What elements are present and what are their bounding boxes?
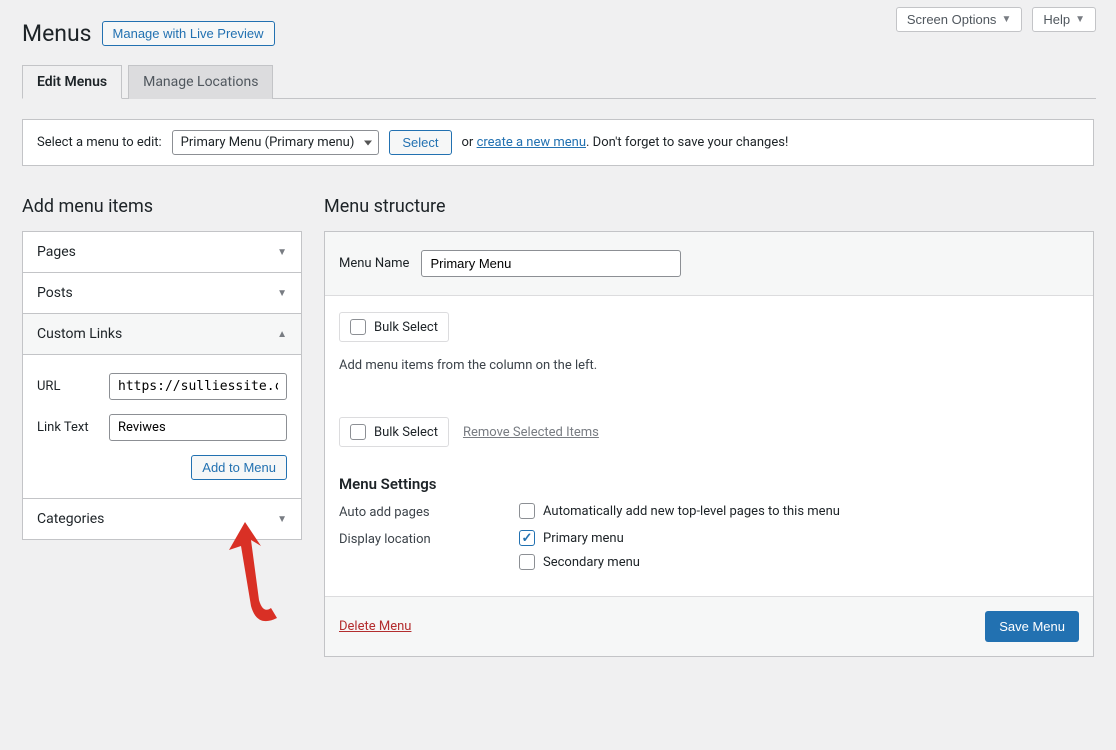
caret-down-icon: ▼ — [1075, 14, 1085, 25]
bulk-select-label: Bulk Select — [374, 320, 438, 335]
checkbox-icon — [519, 503, 535, 519]
tab-edit-menus[interactable]: Edit Menus — [22, 65, 122, 99]
menu-select-bar: Select a menu to edit: Primary Menu (Pri… — [22, 119, 1094, 166]
select-menu-label: Select a menu to edit: — [37, 135, 162, 150]
help-label: Help — [1043, 12, 1070, 27]
secondary-menu-checkbox[interactable]: Secondary menu — [519, 554, 640, 570]
menu-dropdown-value: Primary Menu (Primary menu) — [181, 135, 355, 150]
checkbox-icon — [519, 554, 535, 570]
screen-options-button[interactable]: Screen Options ▼ — [896, 7, 1023, 32]
create-new-menu-link[interactable]: create a new menu — [477, 135, 586, 150]
accordion-categories-label: Categories — [37, 511, 104, 527]
menu-structure-panel: Menu Name Bulk Select Add menu items fro… — [324, 231, 1094, 657]
tab-manage-locations[interactable]: Manage Locations — [128, 65, 273, 99]
bulk-select-button-2[interactable]: Bulk Select — [339, 417, 449, 447]
caret-down-icon: ▼ — [277, 514, 287, 525]
menu-dropdown[interactable]: Primary Menu (Primary menu) — [172, 130, 380, 155]
menu-settings-title: Menu Settings — [339, 475, 1079, 493]
live-preview-button[interactable]: Manage with Live Preview — [102, 21, 275, 46]
remove-selected-link[interactable]: Remove Selected Items — [463, 425, 599, 440]
caret-down-icon: ▼ — [1001, 14, 1011, 25]
auto-add-label: Auto add pages — [339, 503, 519, 520]
accordion-posts[interactable]: Posts ▼ — [23, 273, 301, 313]
link-text-label: Link Text — [37, 420, 109, 435]
primary-menu-checkbox[interactable]: Primary menu — [519, 530, 640, 546]
menu-structure-title: Menu structure — [324, 196, 1094, 217]
checkbox-icon — [350, 319, 366, 335]
instruction-text: Add menu items from the column on the le… — [339, 358, 1079, 373]
accordion-pages-label: Pages — [37, 244, 76, 260]
auto-add-checkbox[interactable]: Automatically add new top-level pages to… — [519, 503, 840, 519]
bulk-select-button[interactable]: Bulk Select — [339, 312, 449, 342]
url-label: URL — [37, 379, 109, 394]
delete-menu-link[interactable]: Delete Menu — [339, 619, 411, 634]
checkbox-icon — [350, 424, 366, 440]
display-location-label: Display location — [339, 530, 519, 547]
accordion-pages[interactable]: Pages ▼ — [23, 232, 301, 272]
accordion-custom-links-label: Custom Links — [37, 326, 122, 342]
page-title: Menus — [22, 20, 92, 47]
custom-links-body: URL Link Text Add to Menu — [23, 354, 301, 498]
bulk-select-label: Bulk Select — [374, 425, 438, 440]
accordion-custom-links[interactable]: Custom Links ▲ — [23, 314, 301, 354]
caret-up-icon: ▲ — [277, 329, 287, 340]
or-text: or create a new menu. Don't forget to sa… — [462, 135, 789, 150]
select-button[interactable]: Select — [389, 130, 451, 155]
save-menu-button[interactable]: Save Menu — [985, 611, 1079, 642]
add-to-menu-button[interactable]: Add to Menu — [191, 455, 287, 480]
add-items-accordion: Pages ▼ Posts ▼ Custom Links ▲ URL — [22, 231, 302, 540]
menu-name-input[interactable] — [421, 250, 681, 277]
primary-menu-text: Primary menu — [543, 531, 624, 546]
menu-name-label: Menu Name — [339, 256, 409, 271]
url-input[interactable] — [109, 373, 287, 400]
accordion-categories[interactable]: Categories ▼ — [23, 499, 301, 539]
link-text-input[interactable] — [109, 414, 287, 441]
auto-add-option-text: Automatically add new top-level pages to… — [543, 504, 840, 519]
secondary-menu-text: Secondary menu — [543, 555, 640, 570]
caret-down-icon: ▼ — [277, 288, 287, 299]
accordion-posts-label: Posts — [37, 285, 73, 301]
caret-down-icon: ▼ — [277, 247, 287, 258]
checkbox-checked-icon — [519, 530, 535, 546]
screen-options-label: Screen Options — [907, 12, 997, 27]
add-items-title: Add menu items — [22, 196, 302, 217]
help-button[interactable]: Help ▼ — [1032, 7, 1096, 32]
